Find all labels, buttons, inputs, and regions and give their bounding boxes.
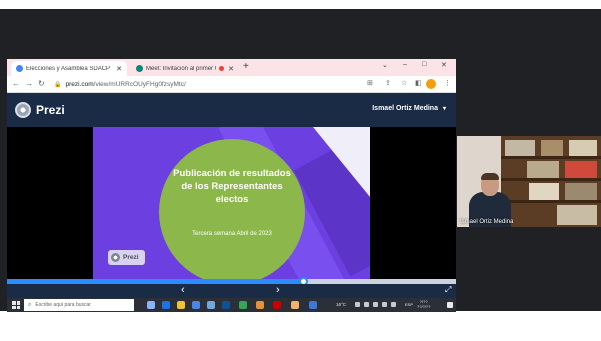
task-view-icon[interactable] [147,301,155,309]
prezi-logo[interactable]: Prezi [15,102,65,118]
user-menu[interactable]: Ismael Ortiz Medina ▾ [372,105,446,112]
books [565,183,597,200]
back-button[interactable]: ← [12,79,20,88]
books [541,140,563,156]
edge-icon[interactable] [162,301,170,309]
shelf-board [501,156,601,159]
fullscreen-icon[interactable]: ⤢ [445,285,451,295]
battery-icon[interactable] [373,302,378,307]
app-icon[interactable] [256,301,264,309]
caret-down-icon: ▾ [442,106,446,112]
profile-avatar[interactable] [426,79,436,89]
slide-subtitle: Tercera semana Abril de 2023 [192,231,272,237]
windows-taskbar: ⌕ Escribe aquí para buscar 16°C ESP ?/?? [7,298,456,312]
close-icon[interactable]: ✕ [228,65,234,73]
slide-title: Publicación de resultados de los Represe… [173,168,291,205]
close-icon[interactable]: ✕ [116,65,122,73]
books [527,161,559,178]
new-tab-button[interactable]: + [243,61,249,72]
prezi-logo-icon [111,253,120,262]
chevron-down-icon[interactable]: ⌄ [382,61,388,69]
keyboard-icon[interactable] [391,302,396,307]
meet-stage: Elecciones y Asamblea SDACP I: ✕ Meet: I… [0,9,601,312]
presentation-slide[interactable]: Publicación de resultados de los Represe… [93,127,370,279]
badge-text: Prezi [123,254,139,261]
reload-button[interactable]: ↻ [38,79,45,88]
volume-icon[interactable] [382,302,387,307]
mail-icon[interactable] [207,301,215,309]
tab-elecciones[interactable]: Elecciones y Asamblea SDACP I: ✕ [11,61,127,76]
search-icon: ⌕ [28,301,32,308]
shared-screen: Elecciones y Asamblea SDACP I: ✕ Meet: I… [7,59,456,312]
tab-strip: Elecciones y Asamblea SDACP I: ✕ Meet: I… [7,59,456,76]
windows-start-icon[interactable] [12,301,20,309]
notifications-icon[interactable] [447,302,453,308]
prezi-watermark-badge: Prezi [108,250,145,265]
prezi-logo-text: Prezi [36,103,65,117]
url-host: prezi.com [65,80,94,88]
chrome-icon[interactable] [239,301,247,309]
prezi-header: Prezi Ismael Ortiz Medina ▾ [7,93,456,127]
tab-title: Elecciones y Asamblea SDACP I: [26,65,113,72]
chevron-up-icon[interactable] [355,302,360,307]
participant-hair [481,173,499,180]
user-name: Ismael Ortiz Medina [372,105,438,112]
app-icon[interactable] [291,301,299,309]
prezi-viewer: Publicación de resultados de los Represe… [7,127,456,279]
weather-temperature[interactable]: 16°C [336,302,346,307]
forward-button[interactable]: → [25,79,33,88]
slide-decoration [313,127,370,197]
participant-video-tile[interactable]: Ismael Ortiz Medina [457,136,601,227]
share-icon[interactable]: ⇪ [385,79,391,87]
participant-name: Ismael Ortiz Medina [460,219,514,225]
taskbar-search[interactable]: ⌕ Escribe aquí para buscar [24,299,134,311]
address-bar[interactable]: 🔒 prezi.com /view/mURRcOUyFHg0fzsyMtc/ [54,78,354,90]
word-icon[interactable] [309,301,317,309]
close-window-button[interactable]: ✕ [441,61,447,69]
file-explorer-icon[interactable] [177,301,185,309]
menu-kebab-icon[interactable]: ⋮ [444,79,451,87]
prezi-logo-icon [15,102,31,118]
meet-icon [136,65,143,72]
url-path: /view/mURRcOUyFHg0fzsyMtc/ [93,80,186,88]
recording-icon [219,66,225,71]
books [569,140,597,156]
books [529,183,559,200]
app-icon[interactable] [222,301,230,309]
search-placeholder: Escribe aquí para buscar [35,302,91,308]
previous-button[interactable]: ‹ [181,284,185,297]
next-button[interactable]: › [276,284,280,297]
tab-title: Meet: Invitación al primer C [146,65,217,72]
maximize-button[interactable]: □ [422,61,426,68]
books [505,140,535,156]
store-icon[interactable] [192,301,200,309]
language-indicator[interactable]: ESP [405,302,413,307]
globe-icon [16,65,23,72]
translate-icon[interactable]: ⊞ [367,79,373,87]
sidepanel-icon[interactable]: ◧ [415,79,422,87]
clock[interactable]: ?/?? ??/?/?? [417,299,430,309]
books [557,205,597,225]
minimize-button[interactable]: – [403,61,407,68]
browser-toolbar: ← → ↻ 🔒 prezi.com /view/mURRcOUyFHg0fzsy… [7,76,456,93]
shelf-board [501,200,601,203]
books [565,161,597,178]
lock-icon: 🔒 [54,81,62,88]
bookmark-star-icon[interactable]: ☆ [401,79,407,87]
tab-meet[interactable]: Meet: Invitación al primer C ✕ [131,61,239,76]
network-icon[interactable] [364,302,369,307]
slide-green-circle [159,139,305,279]
clock-date: ??/?/?? [417,304,431,309]
app-icon[interactable] [273,301,281,309]
prezi-controls: ‹ › ⤢ [7,284,456,298]
shelf-board [501,178,601,181]
